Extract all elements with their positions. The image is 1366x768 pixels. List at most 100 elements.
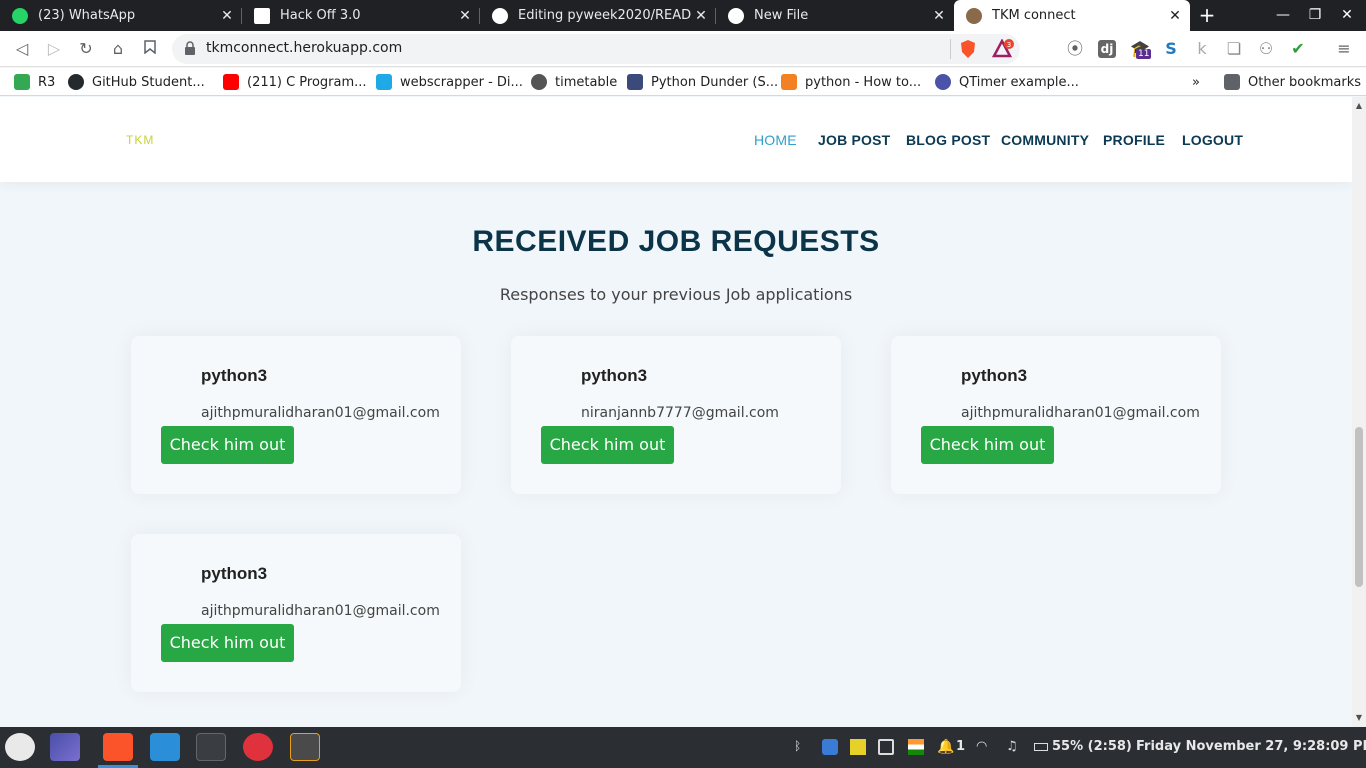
reload-icon[interactable]: ↻ [74, 37, 98, 61]
battery-status: 55% (2:58) [1052, 739, 1132, 754]
close-icon[interactable]: ✕ [456, 8, 474, 24]
tab-title: New File [754, 8, 809, 23]
applicant-email: ajithpmuralidharan01@gmail.com [201, 603, 440, 619]
clipboard-icon[interactable] [878, 739, 894, 755]
tab-title: TKM connect [992, 8, 1076, 23]
applicant-email: niranjannb7777@gmail.com [581, 405, 779, 421]
forward-icon[interactable]: ▷ [42, 37, 66, 61]
job-request-card: python3 niranjannb7777@gmail.com Check h… [511, 336, 841, 494]
nav-job-post[interactable]: JOB POST [818, 132, 890, 148]
bookmark-qtimer[interactable]: QTimer example... [935, 73, 1079, 91]
bookmark-webscrapper[interactable]: webscrapper - Di... [376, 73, 523, 91]
brave-browser-icon[interactable] [103, 733, 133, 761]
tracker-extension-icon[interactable]: ⚇ [1254, 37, 1278, 61]
os-taskbar: ᛒ 🔔 1 ◠ ♫ 55% (2:58) Friday November 27,… [0, 727, 1366, 768]
home-icon[interactable]: ⌂ [106, 37, 130, 61]
check-him-out-button[interactable]: Check him out [161, 426, 294, 464]
k-extension-icon[interactable]: k [1190, 37, 1214, 61]
check-him-out-button[interactable]: Check him out [161, 624, 294, 662]
files-icon[interactable] [150, 733, 180, 761]
address-bar[interactable]: tkmconnect.herokuapp.com 3 [172, 34, 1020, 64]
other-bookmarks[interactable]: Other bookmarks [1224, 73, 1361, 91]
job-request-card: python3 ajithpmuralidharan01@gmail.com C… [891, 336, 1221, 494]
wifi-icon[interactable]: ◠ [976, 739, 992, 755]
brave-rewards-icon[interactable]: 3 [992, 39, 1014, 59]
stackoverflow-icon [781, 74, 797, 90]
browser-toolbar: ◁ ▷ ↻ ⌂ tkmconnect.herokuapp.com 3 ⦿ dj … [0, 31, 1366, 67]
tab-github-editing[interactable]: Editing pyweek2020/README.md ✕ [480, 0, 716, 31]
sublime-text-icon[interactable] [290, 733, 320, 761]
bookmark-python-how-to[interactable]: python - How to... [781, 73, 921, 91]
tab-whatsapp[interactable]: (23) WhatsApp ✕ [0, 0, 242, 31]
close-icon[interactable]: ✕ [218, 8, 236, 24]
copy-extension-icon[interactable]: ❏ [1222, 37, 1246, 61]
svg-text:3: 3 [1007, 41, 1011, 49]
hackoff-icon [254, 7, 270, 24]
bookmark-timetable[interactable]: timetable [531, 73, 617, 91]
scroll-down-icon[interactable]: ▼ [1355, 713, 1363, 722]
tab-hackoff[interactable]: Hack Off 3.0 ✕ [242, 0, 480, 31]
volume-icon[interactable]: ♫ [1006, 739, 1022, 755]
workspace-icon[interactable] [50, 733, 80, 761]
scroll-up-icon[interactable]: ▲ [1355, 101, 1363, 110]
check-extension-icon[interactable]: ✔ [1286, 37, 1310, 61]
site-logo[interactable]: TKM [126, 133, 154, 147]
terminal-icon[interactable] [196, 733, 226, 761]
applicant-name: python3 [201, 564, 268, 583]
back-icon[interactable]: ◁ [10, 37, 34, 61]
minimize-icon[interactable]: — [1267, 0, 1299, 31]
close-icon[interactable]: ✕ [1166, 8, 1184, 24]
music-player-icon[interactable] [243, 733, 273, 761]
tab-title: Hack Off 3.0 [280, 8, 361, 23]
restore-icon[interactable]: ❐ [1299, 0, 1331, 31]
tab-tkm-connect[interactable]: TKM connect ✕ [954, 0, 1190, 31]
applicant-email: ajithpmuralidharan01@gmail.com [201, 405, 440, 421]
page-title: RECEIVED JOB REQUESTS [472, 225, 880, 258]
notification-bell-icon[interactable]: 🔔 [937, 739, 954, 755]
github-icon [68, 74, 84, 90]
keyboard-layout-icon[interactable] [908, 739, 924, 755]
window-close-icon[interactable]: ✕ [1331, 0, 1363, 31]
nav-community[interactable]: COMMUNITY [1001, 132, 1089, 148]
bluetooth-icon[interactable]: ᛒ [794, 739, 810, 755]
book-icon [627, 74, 643, 90]
bookmark-python-dunder[interactable]: Python Dunder (S... [627, 73, 778, 91]
menu-icon[interactable]: ≡ [1332, 37, 1356, 61]
applicant-name: python3 [581, 366, 648, 385]
tab-title: (23) WhatsApp [38, 8, 136, 23]
bookmark-r3[interactable]: R3 [14, 73, 55, 91]
nav-blog-post[interactable]: BLOG POST [906, 132, 990, 148]
clock[interactable]: Friday November 27, 9:28:09 PM [1136, 739, 1366, 754]
check-him-out-button[interactable]: Check him out [541, 426, 674, 464]
s-extension-icon[interactable]: S [1159, 37, 1183, 61]
nav-logout[interactable]: LOGOUT [1182, 132, 1243, 148]
scrollbar-thumb[interactable] [1355, 427, 1363, 587]
tab-strip: (23) WhatsApp ✕ Hack Off 3.0 ✕ Editing p… [0, 0, 1366, 31]
vpn-shield-icon[interactable] [822, 739, 838, 755]
bookmark-github-student[interactable]: GitHub Student... [68, 73, 205, 91]
brave-shield-icon[interactable] [958, 39, 978, 59]
job-request-card: python3 ajithpmuralidharan01@gmail.com C… [131, 534, 461, 692]
bookmark-icon[interactable] [138, 37, 162, 61]
tab-title: Editing pyweek2020/README.md [518, 8, 692, 23]
more-bookmarks-chevron-icon[interactable]: » [1192, 73, 1200, 91]
extension-badge: 11 [1136, 49, 1152, 59]
notes-icon[interactable] [850, 739, 866, 755]
nav-profile[interactable]: PROFILE [1103, 132, 1165, 148]
close-icon[interactable]: ✕ [930, 8, 948, 24]
battery-icon[interactable] [1034, 743, 1048, 751]
extension-bracket-icon[interactable]: ⦿ [1063, 37, 1087, 61]
close-icon[interactable]: ✕ [692, 8, 710, 24]
diagram-icon [376, 74, 392, 90]
youtube-icon [223, 74, 239, 90]
new-tab-button[interactable]: + [1196, 4, 1218, 26]
bookmark-c-program[interactable]: (211) C Program... [223, 73, 367, 91]
django-icon[interactable]: dj [1098, 40, 1116, 58]
page-scrollbar[interactable]: ▲ ▼ [1352, 97, 1366, 727]
nav-home[interactable]: HOME [754, 132, 797, 148]
tab-github-newfile[interactable]: New File ✕ [716, 0, 954, 31]
check-him-out-button[interactable]: Check him out [921, 426, 1054, 464]
whatsapp-icon [12, 7, 28, 24]
launcher-icon[interactable] [5, 733, 35, 761]
meet-icon [14, 74, 30, 90]
